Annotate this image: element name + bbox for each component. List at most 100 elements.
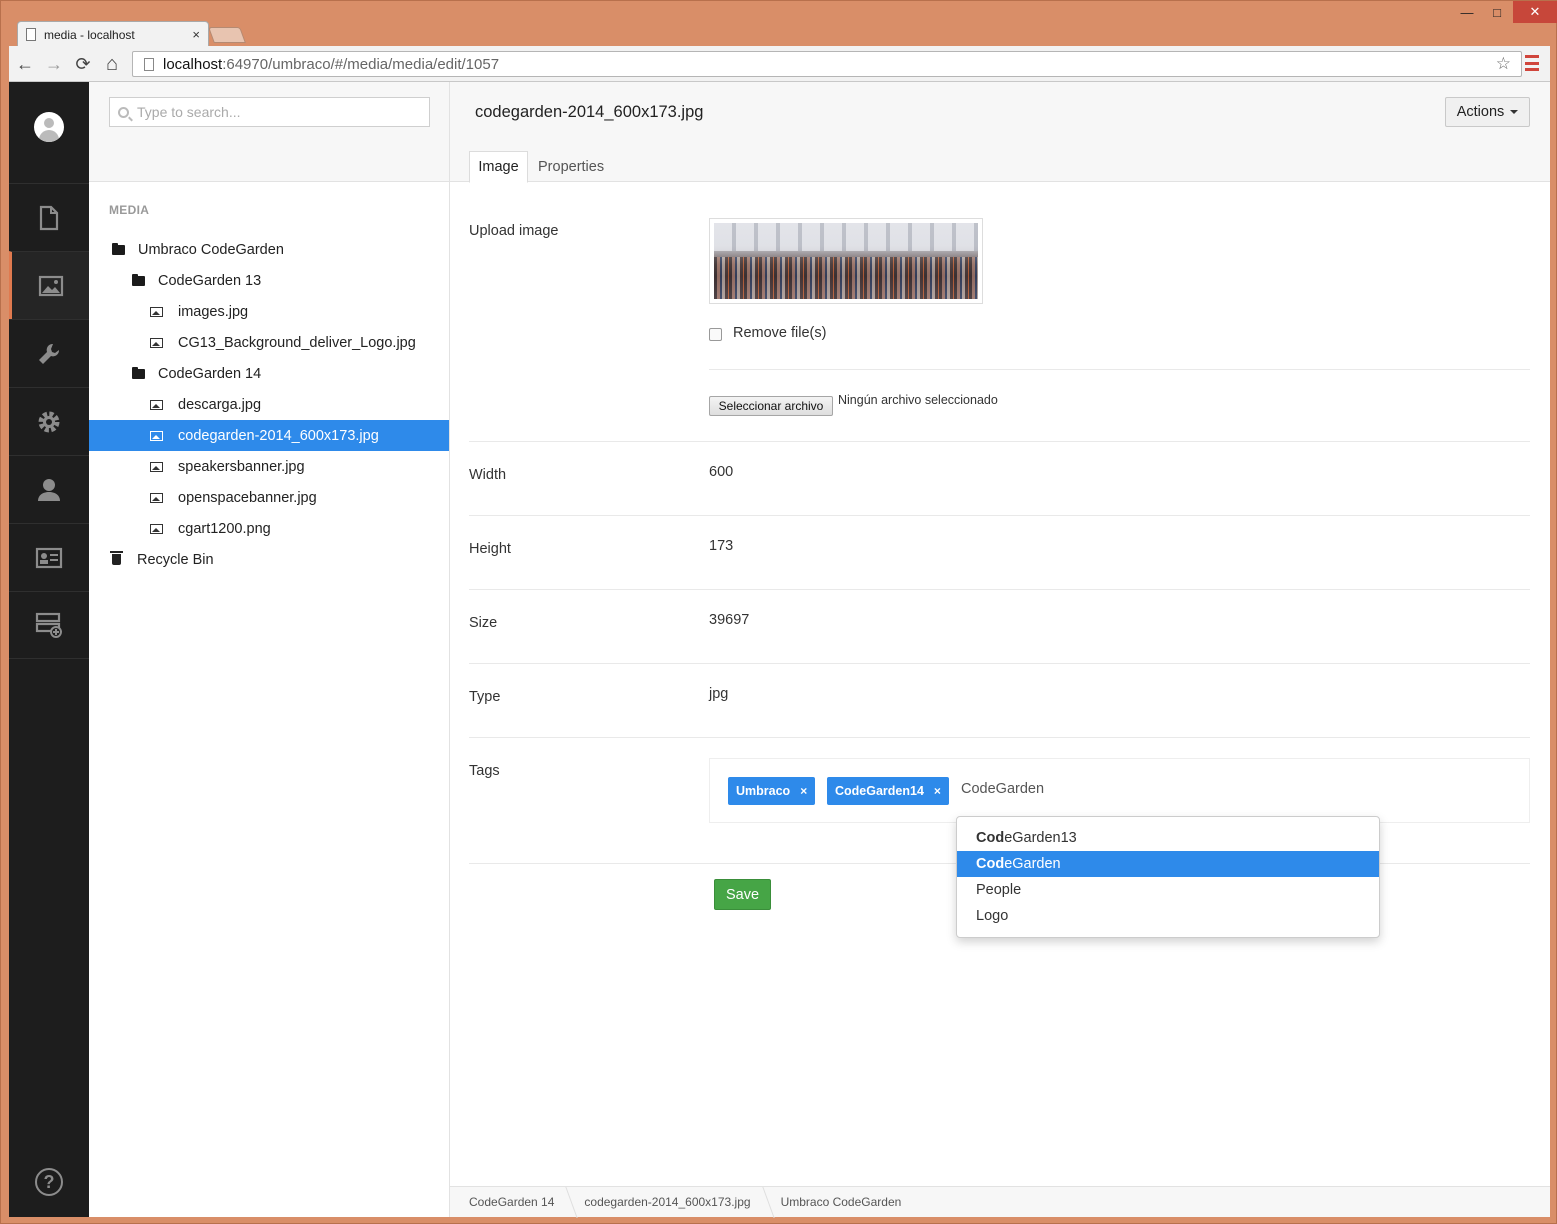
tree-node[interactable]: openspacebanner.jpg [89, 482, 449, 513]
address-bar[interactable]: localhost:64970/umbraco/#/media/media/ed… [132, 51, 1522, 77]
suggestion-match: Cod [976, 830, 1005, 846]
image-icon [38, 275, 63, 296]
tag-text-input[interactable]: CodeGarden [961, 781, 1044, 797]
suggestion-match: Cod [976, 856, 1005, 872]
section-users[interactable] [9, 455, 89, 523]
suggestion-item[interactable]: Cod eGarden13 [957, 825, 1379, 851]
breadcrumb-item[interactable]: codegarden-2014_600x173.jpg [584, 1195, 780, 1209]
field-value: 39697 [709, 612, 750, 628]
image-file-icon [150, 399, 163, 410]
page-title: codegarden-2014_600x173.jpg [475, 103, 704, 121]
actions-button[interactable]: Actions [1445, 97, 1530, 127]
browser-window: media - localhost × — □ ✕ ← → ⟳ ⌂ localh… [0, 0, 1557, 1224]
remove-tag-icon[interactable]: × [934, 784, 941, 798]
remove-tag-icon[interactable]: × [800, 784, 807, 798]
tree-node[interactable]: descarga.jpg [89, 389, 449, 420]
section-forms[interactable] [9, 591, 89, 659]
page-icon [26, 28, 36, 41]
tree-node-label: openspacebanner.jpg [178, 489, 317, 506]
suggestion-rest: eGarden [1004, 856, 1061, 872]
tree-node[interactable]: CodeGarden 14 [89, 358, 449, 389]
tree-node[interactable]: CodeGarden 13 [89, 265, 449, 296]
tree-header: Type to search... [89, 82, 449, 182]
home-icon[interactable]: ⌂ [100, 52, 124, 76]
search-input[interactable]: Type to search... [109, 97, 430, 127]
tree-node-label: CodeGarden 13 [158, 272, 262, 289]
trash-icon [110, 551, 123, 565]
folder-icon [132, 366, 145, 379]
tree-node[interactable]: CG13_Background_deliver_Logo.jpg [89, 327, 449, 358]
section-members[interactable] [9, 523, 89, 591]
bookmark-star-icon[interactable]: ☆ [1496, 54, 1511, 74]
choose-file-button[interactable]: Seleccionar archivo [709, 396, 833, 416]
section-media[interactable] [9, 251, 89, 319]
breadcrumb-item[interactable]: Umbraco CodeGarden [781, 1195, 932, 1209]
tags-label: Tags [469, 763, 500, 779]
close-tab-icon[interactable]: × [192, 27, 200, 42]
section-settings[interactable] [9, 387, 89, 455]
tab-properties[interactable]: Properties [538, 151, 604, 183]
reload-icon[interactable]: ⟳ [71, 52, 95, 76]
tree-node-label: Umbraco CodeGarden [138, 241, 284, 258]
url-host: localhost [163, 55, 223, 73]
umbraco-app: ? Type to search... MEDIA Umbraco CodeGa… [9, 82, 1550, 1217]
suggestion-rest: People [976, 882, 1022, 898]
field-label: Width [469, 467, 507, 483]
tag-chip[interactable]: CodeGarden14 × [827, 777, 949, 805]
image-thumbnail[interactable] [709, 218, 983, 304]
field-label: Type [469, 689, 501, 705]
tab-image[interactable]: Image [469, 151, 528, 183]
tag-label: CodeGarden14 [835, 784, 924, 798]
divider [469, 441, 1530, 442]
image-file-icon [150, 492, 163, 503]
suggestion-rest: Logo [976, 908, 1009, 924]
suggestion-item[interactable]: People [957, 877, 1379, 903]
browser-tab[interactable]: media - localhost × [17, 21, 209, 47]
divider [469, 515, 1530, 516]
back-icon[interactable]: ← [13, 52, 37, 76]
crowd-photo [714, 223, 978, 299]
maximize-icon[interactable]: □ [1483, 1, 1511, 23]
tree-node-label: CG13_Background_deliver_Logo.jpg [178, 334, 416, 351]
tree-node[interactable]: cgart1200.png [89, 513, 449, 544]
save-button[interactable]: Save [714, 879, 771, 910]
field-label: Height [469, 541, 511, 557]
suggestion-item[interactable]: Logo [957, 903, 1379, 929]
tab-title: media - localhost [44, 27, 135, 42]
tree-node-label: CodeGarden 14 [158, 365, 262, 382]
remove-file-checkbox[interactable] [709, 328, 722, 341]
caret-down-icon [1510, 110, 1519, 114]
media-tree-panel: Type to search... MEDIA Umbraco CodeGard… [89, 82, 450, 1217]
tree-node-recycle-bin[interactable]: Recycle Bin [89, 544, 449, 575]
tree-node[interactable]: images.jpg [89, 296, 449, 327]
tree-node-selected[interactable]: codegarden-2014_600x173.jpg [89, 420, 449, 451]
suggestion-item-highlighted[interactable]: Cod eGarden [957, 851, 1379, 877]
breadcrumb-item[interactable]: CodeGarden 14 [469, 1195, 584, 1209]
field-label: Size [469, 615, 498, 631]
remove-file-label: Remove file(s) [733, 325, 827, 341]
browser-menu-icon[interactable] [1525, 55, 1539, 71]
tree-node[interactable]: Umbraco CodeGarden [89, 234, 449, 265]
new-tab-button[interactable] [208, 27, 246, 43]
no-file-text: Ningún archivo seleccionado [838, 393, 998, 407]
id-card-icon [35, 547, 63, 568]
section-developer[interactable] [9, 319, 89, 387]
section-content[interactable] [9, 183, 89, 251]
media-editor: codegarden-2014_600x173.jpg Actions Imag… [450, 82, 1550, 1217]
tree-node-label: speakersbanner.jpg [178, 458, 305, 475]
close-window-icon[interactable]: ✕ [1513, 1, 1557, 23]
divider [469, 589, 1530, 590]
image-file-icon [150, 430, 163, 441]
user-avatar[interactable] [34, 112, 64, 142]
image-file-icon [150, 306, 163, 317]
help-icon[interactable]: ? [35, 1168, 63, 1196]
forward-icon[interactable]: → [42, 52, 66, 76]
tree-node[interactable]: speakersbanner.jpg [89, 451, 449, 482]
folder-icon [132, 273, 145, 286]
upload-image-label: Upload image [469, 223, 559, 239]
divider [709, 369, 1530, 370]
tag-chip[interactable]: Umbraco × [728, 777, 816, 805]
tags-input[interactable]: Umbraco × CodeGarden14 × CodeGarden [709, 758, 1530, 823]
minimize-icon[interactable]: — [1453, 1, 1481, 23]
gear-icon [38, 411, 60, 432]
